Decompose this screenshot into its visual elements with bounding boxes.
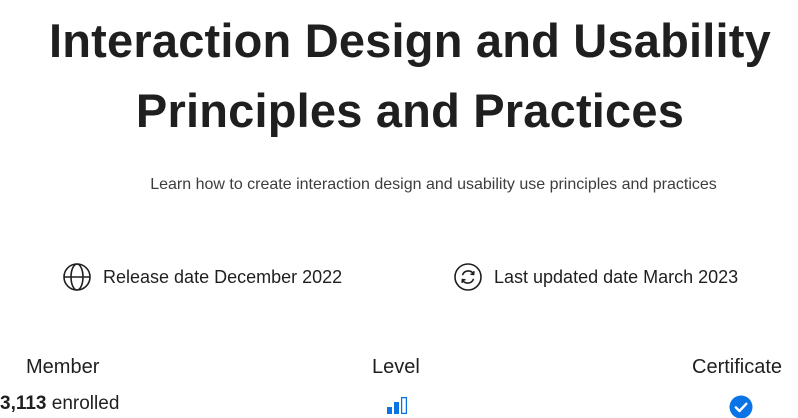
member-count: 3,113 — [0, 393, 47, 414]
level-bar-2 — [394, 402, 399, 414]
release-date: Release date December 2022 — [62, 262, 342, 292]
course-header: Interaction Design and Usability Princip… — [0, 0, 798, 418]
course-title-line-1: Interaction Design and Usability — [49, 14, 771, 67]
globe-icon — [62, 262, 92, 292]
course-subtitle: Learn how to create interaction design a… — [150, 176, 717, 193]
last-updated-label: Last updated date March 2023 — [494, 266, 739, 287]
member-count-suffix: enrolled — [51, 393, 120, 414]
last-updated-date: Last updated date March 2023 — [453, 262, 738, 292]
course-title-line-2: Principles and Practices — [135, 84, 685, 137]
enrolled-count: 3,113 enrolled — [0, 393, 119, 415]
member-label: Member — [26, 356, 100, 378]
refresh-icon — [453, 262, 483, 292]
level-bar-1 — [387, 407, 392, 414]
check-circle-icon — [729, 395, 753, 418]
level-label: Level — [372, 356, 420, 378]
level-bars-icon — [386, 396, 408, 418]
release-date-label: Release date December 2022 — [103, 266, 343, 287]
course-title: Interaction Design and Usability Princip… — [0, 6, 798, 146]
certificate-label: Certificate — [692, 356, 783, 378]
level-bar-3 — [400, 396, 408, 415]
